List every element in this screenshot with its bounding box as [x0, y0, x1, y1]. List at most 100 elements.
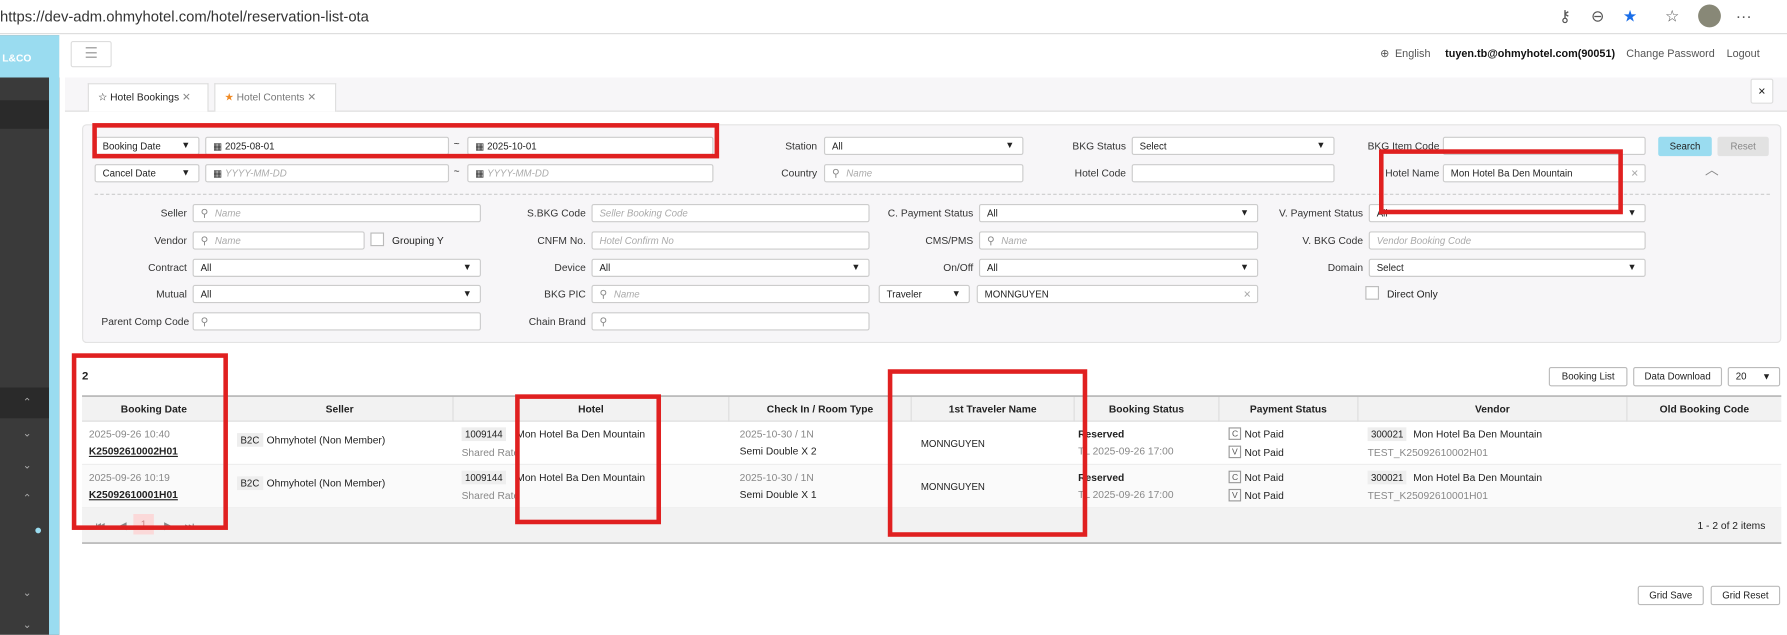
- hotel-code-input[interactable]: [1131, 164, 1335, 183]
- annotation-box: [92, 123, 720, 159]
- mutual-label: Mutual: [156, 288, 187, 300]
- grouping-checkbox[interactable]: [370, 232, 385, 247]
- hotel-code-badge: 1009144: [461, 427, 507, 442]
- collapse-chevron-icon[interactable]: ︿: [1705, 160, 1719, 179]
- hotel-code-label: Hotel Code: [1074, 167, 1126, 179]
- logout-link[interactable]: Logout: [1727, 48, 1760, 61]
- chain-brand-input[interactable]: ⚲: [591, 312, 870, 331]
- mutual-select[interactable]: All: [192, 284, 481, 304]
- grid-save-button[interactable]: Grid Save: [1637, 585, 1704, 606]
- column-header[interactable]: Check In / Room Type: [729, 396, 912, 422]
- contract-select[interactable]: All: [192, 258, 481, 277]
- chevron-up-icon[interactable]: ⌃: [23, 397, 32, 410]
- vendor-input[interactable]: ⚲ Name: [192, 231, 365, 250]
- bkg-pic-input[interactable]: ⚲ Name: [591, 284, 870, 304]
- date-placeholder: YYYY-MM-DD: [224, 167, 287, 179]
- zoom-out-icon[interactable]: ⊖: [1591, 7, 1604, 26]
- vendor-code-badge: 300021: [1367, 470, 1407, 485]
- chevron-down-icon[interactable]: ⌄: [23, 427, 32, 440]
- close-tab-icon[interactable]: ✕: [182, 91, 191, 102]
- profile-avatar[interactable]: [1698, 4, 1721, 28]
- sidebar-item-active[interactable]: [0, 100, 50, 129]
- country-label: Country: [781, 167, 818, 179]
- cms-pms-input[interactable]: ⚲ Name: [978, 231, 1259, 250]
- cancel-date-to[interactable]: ▦ YYYY-MM-DD: [467, 164, 714, 183]
- clear-icon[interactable]: ✕: [1243, 286, 1251, 302]
- on-off-select[interactable]: All: [978, 258, 1259, 277]
- vendor-label: Vendor: [154, 234, 187, 247]
- column-header[interactable]: Vendor: [1358, 396, 1628, 422]
- menu-toggle-button[interactable]: ☰: [70, 41, 112, 68]
- vendor-code-badge: 300021: [1367, 427, 1407, 442]
- time-limit: TL 2025-09-26 17:00: [1078, 445, 1174, 458]
- seller-input[interactable]: ⚲ Name: [192, 204, 481, 223]
- clear-icon[interactable]: ✕: [1631, 165, 1639, 181]
- sbkg-code-input[interactable]: Seller Booking Code: [591, 204, 870, 223]
- placeholder: Name: [613, 288, 640, 300]
- star-outline-icon: ☆: [98, 91, 108, 103]
- country-input[interactable]: ⚲ Name: [823, 164, 1024, 183]
- search-icon: ⚲: [986, 234, 995, 247]
- grouping-label: Grouping Y: [392, 234, 444, 247]
- rate-type: Shared Rate: [461, 446, 520, 459]
- cancel-date-from[interactable]: ▦ YYYY-MM-DD: [205, 164, 450, 183]
- url-text[interactable]: https://dev-adm.ohmyhotel.com/hotel/rese…: [0, 8, 369, 25]
- v-bkg-code-input[interactable]: Vendor Booking Code: [1368, 231, 1646, 250]
- cnfm-input[interactable]: Hotel Confirm No: [591, 231, 870, 250]
- v-payment-status-label: V. Payment Status: [1279, 207, 1364, 219]
- grid-reset-button[interactable]: Grid Reset: [1710, 585, 1781, 606]
- domain-select[interactable]: Select: [1368, 258, 1646, 277]
- seller-name: Ohmyhotel (Non Member): [266, 434, 386, 446]
- tab-hotel-bookings[interactable]: ☆ Hotel Bookings ✕: [87, 83, 209, 112]
- chevron-down-icon[interactable]: ⌄: [23, 459, 32, 472]
- annotation-box: [71, 353, 228, 530]
- more-icon[interactable]: ···: [1736, 7, 1752, 25]
- placeholder: Name: [214, 234, 241, 247]
- traveler-value: MONNGUYEN: [984, 288, 1049, 300]
- station-select[interactable]: All: [823, 136, 1024, 155]
- favorites-icon[interactable]: ☆: [1665, 7, 1679, 26]
- chevron-down-icon[interactable]: ⌄: [23, 587, 32, 600]
- traveler-input[interactable]: MONNGUYEN ✕: [976, 284, 1259, 304]
- placeholder: Name: [846, 167, 873, 179]
- annotation-box: [1379, 149, 1623, 215]
- parent-comp-code-input[interactable]: ⚲: [192, 312, 481, 331]
- user-account: tuyen.tb@ohmyhotel.com(90051): [1445, 47, 1616, 61]
- column-header[interactable]: Booking Status: [1075, 396, 1220, 422]
- bkg-status-select[interactable]: Select: [1131, 136, 1335, 155]
- booking-list-button[interactable]: Booking List: [1548, 366, 1628, 387]
- data-download-button[interactable]: Data Download: [1633, 366, 1723, 387]
- column-header[interactable]: Seller: [227, 396, 454, 422]
- chevron-up-icon[interactable]: ⌃: [23, 492, 32, 505]
- vendor-name: Mon Hotel Ba Den Mountain: [1413, 471, 1543, 484]
- vendor-booking-ref: TEST_K25092610001H01: [1367, 490, 1488, 502]
- parent-comp-code-label: Parent Comp Code: [101, 315, 190, 328]
- customer-payment-status: Not Paid: [1244, 471, 1284, 484]
- time-limit: TL 2025-09-26 17:00: [1078, 488, 1174, 501]
- logo[interactable]: L&CO: [0, 35, 60, 78]
- search-button[interactable]: Search: [1658, 136, 1712, 157]
- close-all-tabs-button[interactable]: ✕: [1750, 78, 1774, 104]
- direct-only-checkbox[interactable]: [1365, 286, 1380, 300]
- star-icon[interactable]: ★: [1623, 7, 1637, 26]
- reset-button[interactable]: Reset: [1717, 136, 1769, 157]
- key-icon[interactable]: ⚷: [1559, 7, 1571, 26]
- tab-hotel-contents[interactable]: ★ Hotel Contents ✕: [214, 83, 337, 112]
- device-select[interactable]: All: [591, 258, 870, 277]
- column-header[interactable]: Old Booking Code: [1627, 397, 1781, 422]
- chevron-down-icon[interactable]: ⌄: [23, 619, 32, 632]
- column-header[interactable]: Payment Status: [1219, 396, 1359, 422]
- c-payment-status-label: C. Payment Status: [887, 207, 974, 219]
- traveler-type-select[interactable]: Traveler: [878, 284, 970, 304]
- c-payment-status-select[interactable]: All: [978, 204, 1259, 223]
- customer-payment-tag: C: [1228, 470, 1242, 484]
- vendor-payment-tag: V: [1228, 488, 1242, 502]
- close-tab-icon[interactable]: ✕: [307, 91, 316, 102]
- seller-name: Ohmyhotel (Non Member): [266, 477, 386, 489]
- cancel-date-type-select[interactable]: Cancel Date: [94, 164, 200, 183]
- check-in: 2025-10-30 / 1N: [739, 471, 814, 484]
- change-password-link[interactable]: Change Password: [1626, 48, 1714, 61]
- room-type: Semi Double X 2: [739, 445, 817, 458]
- language-selector[interactable]: English: [1395, 48, 1431, 61]
- page-size-select[interactable]: 20: [1727, 366, 1781, 387]
